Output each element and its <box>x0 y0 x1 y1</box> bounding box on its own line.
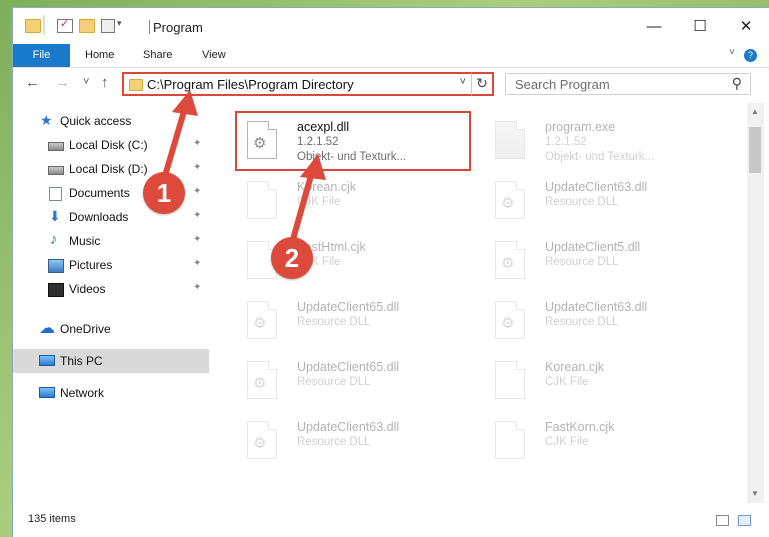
annotation-arrows <box>159 90 326 253</box>
step-1-badge: 1 <box>143 172 185 214</box>
annotation-arrow-2 <box>287 154 326 253</box>
step-2-badge: 2 <box>271 237 313 279</box>
